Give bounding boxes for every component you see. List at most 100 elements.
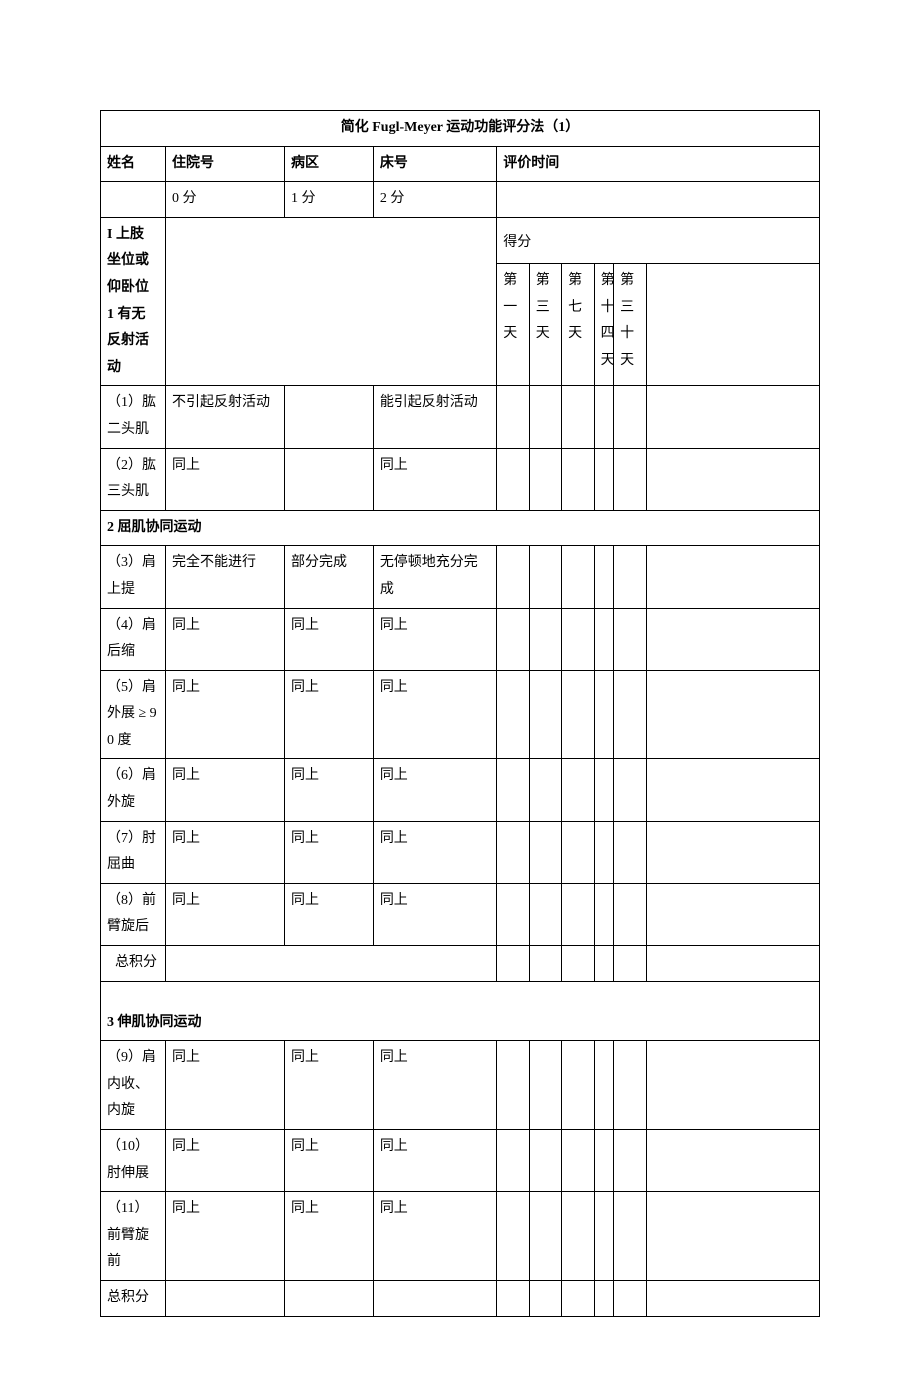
score-cell[interactable] [562,883,594,945]
cell-empty [373,1280,496,1316]
score-cell[interactable] [562,821,594,883]
score-cell[interactable] [529,1280,561,1316]
row-c: 同上 [373,1192,496,1281]
score-cell[interactable] [562,670,594,759]
score-cell[interactable] [594,546,613,608]
score-cell[interactable] [497,608,529,670]
score-cell[interactable] [614,670,646,759]
score-cell[interactable] [529,1041,561,1130]
row-c: 能引起反射活动 [373,386,496,448]
score-cell[interactable] [529,448,561,510]
score-cell[interactable] [529,1130,561,1192]
row-b: 同上 [285,670,374,759]
score-cell[interactable] [594,946,613,982]
score-cell[interactable] [646,670,819,759]
score-cell[interactable] [562,1280,594,1316]
label-eval-time: 评价时间 [497,146,820,182]
score-cell[interactable] [594,1130,613,1192]
score-cell[interactable] [497,448,529,510]
score-cell[interactable] [497,1280,529,1316]
score-cell[interactable] [594,448,613,510]
score-cell[interactable] [497,1041,529,1130]
score-cell[interactable] [646,1041,819,1130]
row-b: 同上 [285,608,374,670]
score-cell[interactable] [614,946,646,982]
score-cell[interactable] [562,759,594,821]
score-cell[interactable] [646,883,819,945]
score-cell[interactable] [562,448,594,510]
score-cell[interactable] [646,1280,819,1316]
row-c: 同上 [373,759,496,821]
row-c: 同上 [373,1130,496,1192]
score-cell[interactable] [529,670,561,759]
score-cell[interactable] [614,1192,646,1281]
score-cell[interactable] [594,608,613,670]
score-cell[interactable] [646,608,819,670]
total-label: 总积分 [101,1280,166,1316]
row-a: 同上 [165,1130,284,1192]
score-cell[interactable] [646,946,819,982]
score-cell[interactable] [646,759,819,821]
row-c: 同上 [373,883,496,945]
score-cell[interactable] [529,821,561,883]
score-cell[interactable] [497,883,529,945]
row-label: （2）肱三头肌 [101,448,166,510]
score-cell[interactable] [594,883,613,945]
score-cell[interactable] [614,821,646,883]
score-cell[interactable] [497,946,529,982]
score-cell[interactable] [529,608,561,670]
score-cell[interactable] [594,1192,613,1281]
score-cell[interactable] [614,1130,646,1192]
col-1: 1 分 [285,182,374,218]
row-c: 同上 [373,448,496,510]
score-cell[interactable] [646,448,819,510]
score-cell[interactable] [562,1041,594,1130]
score-cell[interactable] [497,1192,529,1281]
score-cell[interactable] [497,546,529,608]
score-cell[interactable] [497,759,529,821]
score-cell[interactable] [529,1192,561,1281]
score-cell[interactable] [614,608,646,670]
score-cell[interactable] [594,386,613,448]
score-cell[interactable] [497,670,529,759]
score-cell[interactable] [614,759,646,821]
score-cell[interactable] [562,1130,594,1192]
score-cell[interactable] [529,883,561,945]
cell-empty [101,182,166,218]
score-cell[interactable] [594,759,613,821]
score-cell[interactable] [646,821,819,883]
score-cell[interactable] [614,1041,646,1130]
score-cell[interactable] [562,1192,594,1281]
score-cell[interactable] [562,946,594,982]
score-cell[interactable] [614,546,646,608]
score-cell[interactable] [614,883,646,945]
section-i-text: I 上肢 坐位或仰卧位 [107,227,149,295]
score-cell[interactable] [529,946,561,982]
score-cell[interactable] [646,546,819,608]
col-2: 2 分 [373,182,496,218]
row-label: （4）肩后缩 [101,608,166,670]
score-cell[interactable] [614,386,646,448]
score-cell[interactable] [562,608,594,670]
score-cell[interactable] [594,1280,613,1316]
score-cell[interactable] [529,546,561,608]
score-cell[interactable] [614,448,646,510]
score-cell[interactable] [562,386,594,448]
score-cell[interactable] [497,386,529,448]
score-cell[interactable] [594,1041,613,1130]
score-cell[interactable] [594,670,613,759]
score-cell[interactable] [646,386,819,448]
score-cell[interactable] [594,821,613,883]
score-cell[interactable] [562,546,594,608]
row-a: 同上 [165,759,284,821]
score-cell[interactable] [614,1280,646,1316]
row-b: 同上 [285,1192,374,1281]
row-label: （8）前臂旋后 [101,883,166,945]
score-cell[interactable] [646,1130,819,1192]
score-cell[interactable] [529,386,561,448]
score-cell[interactable] [529,759,561,821]
score-cell[interactable] [646,1192,819,1281]
score-cell[interactable] [497,821,529,883]
cell-empty [285,1280,374,1316]
score-cell[interactable] [497,1130,529,1192]
